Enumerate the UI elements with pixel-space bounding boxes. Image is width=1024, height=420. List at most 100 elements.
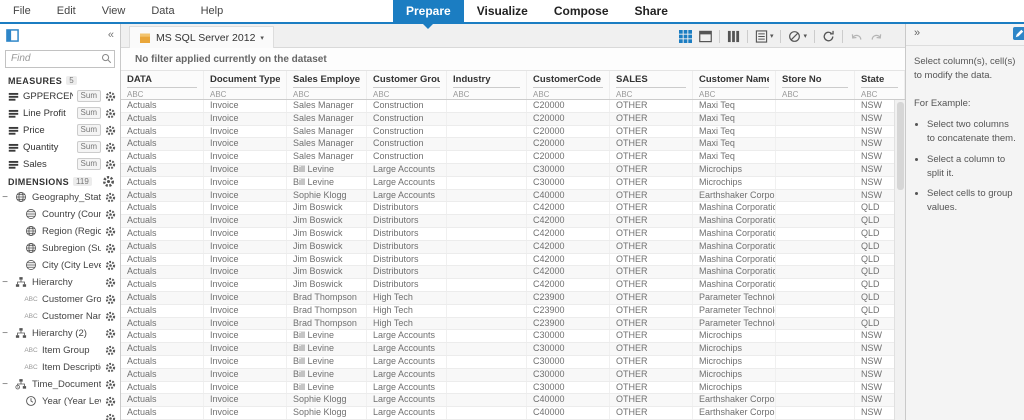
table-cell[interactable] (776, 305, 855, 317)
gear-icon[interactable] (105, 142, 116, 153)
dataset-tab[interactable]: MS SQL Server 2012 ▾ (129, 26, 274, 48)
gear-icon[interactable] (105, 413, 116, 420)
table-cell[interactable] (776, 330, 855, 342)
table-cell[interactable]: Earthshaker Corporation (693, 190, 776, 202)
table-cell[interactable]: Invoice (204, 318, 287, 330)
aggregation-badge[interactable]: Sum (77, 90, 101, 102)
table-cell[interactable]: C23900 (527, 292, 610, 304)
table-cell[interactable]: Jim Boswick (287, 228, 367, 240)
table-cell[interactable]: OTHER (610, 228, 693, 240)
dimensions-gear-icon[interactable] (102, 175, 115, 188)
column-header[interactable]: Customer GroupABC (367, 71, 447, 99)
table-cell[interactable]: High Tech (367, 318, 447, 330)
table-cell[interactable]: Actuals (121, 343, 204, 355)
table-cell[interactable] (776, 164, 855, 176)
display-options-icon[interactable]: ▾ (755, 30, 774, 43)
table-cell[interactable]: Invoice (204, 266, 287, 278)
table-cell[interactable] (447, 254, 527, 266)
table-cell[interactable]: Actuals (121, 318, 204, 330)
column-header[interactable]: Sales EmployeeABC (287, 71, 367, 99)
refresh-icon[interactable] (822, 30, 835, 43)
table-cell[interactable]: Maxi Teq (693, 100, 776, 112)
table-cell[interactable]: Distributors (367, 215, 447, 227)
table-cell[interactable] (447, 407, 527, 419)
table-cell[interactable] (447, 177, 527, 189)
dimension-item[interactable]: ABCCustomer Group (0, 291, 120, 308)
table-cell[interactable] (776, 202, 855, 214)
gear-icon[interactable] (105, 108, 116, 119)
table-cell[interactable]: Maxi Teq (693, 126, 776, 138)
gear-icon[interactable] (105, 260, 116, 271)
table-cell[interactable] (447, 318, 527, 330)
gear-icon[interactable] (105, 345, 116, 356)
table-cell[interactable]: C23900 (527, 305, 610, 317)
table-cell[interactable] (776, 126, 855, 138)
table-cell[interactable]: Invoice (204, 292, 287, 304)
gear-icon[interactable] (105, 125, 116, 136)
table-cell[interactable]: OTHER (610, 382, 693, 394)
gear-icon[interactable] (105, 91, 116, 102)
table-cell[interactable] (447, 138, 527, 150)
table-cell[interactable] (776, 356, 855, 368)
dimension-item[interactable]: City (City Level) (0, 257, 120, 274)
gear-icon[interactable] (105, 379, 116, 390)
table-cell[interactable]: Construction (367, 113, 447, 125)
table-cell[interactable]: Mashina Corporation (693, 228, 776, 240)
collapse-expander[interactable]: − (0, 328, 10, 339)
dimension-item[interactable] (0, 410, 120, 420)
table-cell[interactable]: Mashina Corporation (693, 254, 776, 266)
column-header[interactable]: IndustryABC (447, 71, 527, 99)
table-cell[interactable] (776, 138, 855, 150)
table-cell[interactable]: Actuals (121, 266, 204, 278)
table-cell[interactable]: High Tech (367, 292, 447, 304)
collapse-panel-icon[interactable]: « (108, 30, 114, 41)
table-cell[interactable]: C42000 (527, 215, 610, 227)
table-cell[interactable]: OTHER (610, 343, 693, 355)
table-cell[interactable]: Invoice (204, 330, 287, 342)
dimension-item[interactable]: Region (Regio... (0, 223, 120, 240)
table-cell[interactable]: Large Accounts (367, 164, 447, 176)
table-cell[interactable]: Maxi Teq (693, 113, 776, 125)
vertical-scrollbar[interactable] (894, 100, 905, 420)
table-cell[interactable]: Distributors (367, 202, 447, 214)
table-cell[interactable] (447, 228, 527, 240)
table-cell[interactable]: Invoice (204, 407, 287, 419)
table-cell[interactable]: High Tech (367, 305, 447, 317)
table-cell[interactable] (447, 369, 527, 381)
table-cell[interactable]: OTHER (610, 126, 693, 138)
table-cell[interactable]: Invoice (204, 177, 287, 189)
column-header[interactable]: Store NoABC (776, 71, 855, 99)
table-cell[interactable]: Brad Thompson (287, 292, 367, 304)
table-cell[interactable]: Distributors (367, 279, 447, 291)
table-cell[interactable]: C30000 (527, 343, 610, 355)
table-cell[interactable] (776, 369, 855, 381)
table-cell[interactable]: Distributors (367, 228, 447, 240)
table-cell[interactable]: OTHER (610, 190, 693, 202)
table-cell[interactable]: Mashina Corporation (693, 215, 776, 227)
dimension-item[interactable]: Country (Coun... (0, 206, 120, 223)
table-cell[interactable]: Invoice (204, 215, 287, 227)
table-cell[interactable]: Jim Boswick (287, 279, 367, 291)
table-cell[interactable]: Invoice (204, 343, 287, 355)
gear-icon[interactable] (105, 311, 116, 322)
table-cell[interactable]: Actuals (121, 202, 204, 214)
table-cell[interactable]: Bill Levine (287, 369, 367, 381)
tab-compose[interactable]: Compose (541, 0, 622, 22)
table-cell[interactable] (776, 228, 855, 240)
column-header[interactable]: SALESABC (610, 71, 693, 99)
table-cell[interactable] (447, 266, 527, 278)
aggregation-badge[interactable]: Sum (77, 141, 101, 153)
dimension-item[interactable]: −Geography_State... (0, 189, 120, 206)
table-cell[interactable]: OTHER (610, 164, 693, 176)
table-cell[interactable]: OTHER (610, 241, 693, 253)
dimension-item[interactable]: Subregion (Su... (0, 240, 120, 257)
grid-view-icon[interactable] (679, 30, 692, 43)
table-cell[interactable]: Actuals (121, 126, 204, 138)
table-cell[interactable] (776, 177, 855, 189)
menu-item-edit[interactable]: Edit (44, 1, 89, 21)
table-cell[interactable]: C30000 (527, 177, 610, 189)
table-cell[interactable] (447, 164, 527, 176)
table-cell[interactable]: Actuals (121, 228, 204, 240)
table-cell[interactable]: Actuals (121, 113, 204, 125)
table-cell[interactable]: OTHER (610, 279, 693, 291)
